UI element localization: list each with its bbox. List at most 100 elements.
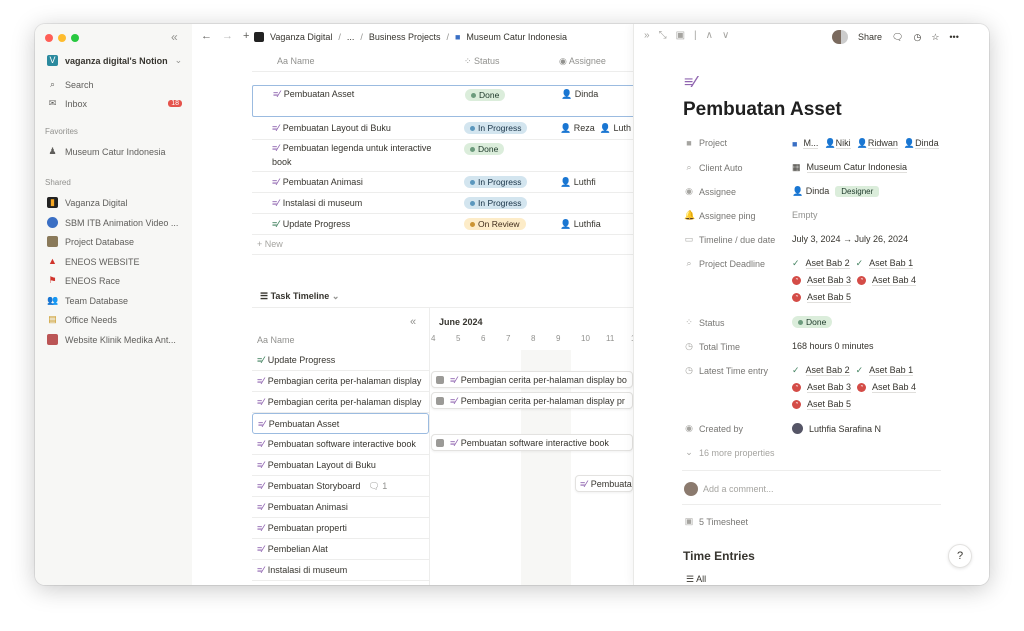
comment-input[interactable]: Add a comment... [684,482,774,496]
timeline-row[interactable]: ≡⁄ Pembuatan Asset [252,413,429,434]
breadcrumb-item[interactable]: Vaganza Digital [270,32,332,42]
sidebar-item[interactable]: ⚑ ENEOS Race [47,275,120,286]
task-icon: ≡⁄ [684,74,697,91]
column-name[interactable]: Aa Name [277,56,315,66]
comment-count[interactable]: 🗨 1 [368,481,387,492]
maximize-window-button[interactable] [71,34,79,42]
breadcrumb-item[interactable]: Business Projects [369,32,441,42]
chevron-down-icon: ⌄ [331,291,340,301]
timeline-row[interactable]: ≡⁄ Update Progress [252,350,429,371]
collapse-sidebar-icon[interactable]: « [171,30,178,44]
timeline-row[interactable]: ≡⁄ Instalasi di museum [252,560,429,581]
minimize-window-button[interactable] [58,34,66,42]
favorites-heading: Favorites [45,127,78,136]
page-title[interactable]: Pembuatan Asset [683,99,842,121]
timeline-row[interactable]: ≡⁄ Pembuatan Layout di Buku [252,455,429,476]
back-icon[interactable]: ← [201,30,212,42]
sidebar-item[interactable]: Website Klinik Medika Ant... [47,334,176,345]
table-row[interactable]: ≡⁄ Pembuatan Asset Done 👤 Dinda [252,85,672,117]
avatar[interactable] [832,30,848,44]
deadline-item[interactable]: ◔ Aset Bab 3 ◔ Aset Bab 4 [792,275,917,286]
table-row[interactable]: ≡⁄ Instalasi di museum In Progress [252,193,672,214]
time-entry-item[interactable]: ✓ Aset Bab 2 ✓ Aset Bab 1 [792,365,914,376]
workspace-switcher[interactable]: Vvaganza digital's Notion ⌄ [47,55,182,66]
timeline-value[interactable]: July 3, 2024 → July 26, 2024 [792,234,908,244]
timeline-bar[interactable]: ≡⁄ Pembuatan software interactive book [431,434,633,451]
status-badge[interactable]: Done [792,316,833,328]
calendar-icon: ▭ [684,234,694,244]
more-icon[interactable]: ••• [949,32,958,42]
deadline-item[interactable]: ◔ Aset Bab 5 [792,292,852,303]
timeline-view-tab[interactable]: ☰ Task Timeline ⌄ [260,291,339,302]
sidebar-item[interactable]: SBM ITB Animation Video ... [47,217,178,228]
timeline-bar[interactable]: ≡⁄ Pembagian cerita per-halaman display b… [431,371,633,388]
row-label: Update Progress [267,355,336,365]
task-icon: ≡⁄ [257,355,264,365]
section-heading: Time Entries [683,549,755,563]
sidebar-item[interactable]: Project Database [47,236,134,247]
timesheet-link[interactable]: ▣ 5 Timesheet [684,516,748,527]
day-label: 10 [581,334,590,343]
deadline-item[interactable]: ✓ Aset Bab 2 ✓ Aset Bab 1 [792,258,914,269]
timeline-row[interactable]: ≡⁄ Pembuatan software interactive book [252,434,429,455]
day-label: 4 [431,334,436,343]
sidebar-item[interactable]: 👥 Team Database [47,295,128,306]
status-badge: In Progress [464,176,528,188]
table-row[interactable]: ≡⁄ Pembuatan Layout di Buku In Progress 👤… [252,117,672,140]
sidebar-inbox[interactable]: ✉ Inbox 18 [47,98,182,109]
timeline-row[interactable]: ≡⁄ Pembuatan Storyboard 🗨 1 [252,476,429,497]
divider [429,308,430,585]
help-button[interactable]: ? [948,544,972,568]
table-row[interactable]: ≡⁄ Pembuatan legenda untuk interactive bo… [252,140,672,172]
expand-icon[interactable]: ⤡ [659,30,667,41]
table-row[interactable]: ≡⁄ Update Progress On Review 👤 Luthfia [252,214,672,235]
next-icon[interactable]: ∨ [722,30,729,41]
project-value[interactable]: ■ M... 👤Niki 👤Ridwan 👤Dinda [792,138,939,149]
peek-mode-icon[interactable]: ▣ [676,30,685,41]
team-icon: 👥 [47,295,59,305]
timeline-row[interactable]: ≡⁄ Pembuatan Animasi [252,497,429,518]
sidebar-item[interactable]: ▤ Office Needs [47,314,117,325]
column-assignee[interactable]: ◉ Assignee [559,56,606,67]
row-label: Instalasi di museum [267,565,348,575]
task-icon: ≡⁄ [257,544,264,554]
share-button[interactable]: Share [858,32,882,42]
star-icon[interactable]: ☆ [931,32,939,43]
time-entry-item[interactable]: ◔ Aset Bab 5 [792,399,852,410]
time-entry-item[interactable]: ◔ Aset Bab 3 ◔ Aset Bab 4 [792,382,917,393]
task-icon: ≡⁄ [272,177,279,187]
timeline-bar[interactable]: ≡⁄ Pembagian cerita per-halaman display p… [431,392,633,409]
client-value[interactable]: ▦ Museum Catur Indonesia [792,162,908,173]
table-row[interactable]: ≡⁄ Pembuatan Animasi In Progress 👤 Luthfi [252,172,672,193]
ping-value[interactable]: Empty [792,210,818,220]
breadcrumb-item[interactable]: Museum Catur Indonesia [466,32,567,42]
sidebar-item[interactable]: ▲ ENEOS WEBSITE [47,256,139,267]
sbm-logo-icon [47,217,58,228]
more-properties-button[interactable]: ⌄ 16 more properties [684,447,774,458]
sidebar-search[interactable]: ⌕ Search [47,79,94,90]
new-row-button[interactable]: + New [252,235,672,255]
breadcrumb-item[interactable]: ... [347,32,355,42]
new-page-icon[interactable]: + [243,30,249,42]
assignee-value[interactable]: 👤 Dinda Designer [792,186,880,197]
forward-icon[interactable]: → [222,30,233,42]
sidebar-item[interactable]: ▮ Vaganza Digital [47,197,127,208]
comment-icon[interactable]: 🗨 [892,32,903,43]
timeline-row[interactable]: ≡⁄ Pembelian Alat [252,539,429,560]
timeline-row[interactable]: ≡⁄ Pembagian cerita per-halaman display [252,392,429,413]
prev-icon[interactable]: ∧ [706,30,713,41]
column-status[interactable]: ⁘ Status [464,56,500,67]
timesheet-icon: ▣ [684,516,694,526]
timeline-row[interactable]: ≡⁄ Pembagian cerita per-halaman display [252,371,429,392]
row-label: Pembuatan Layout di Buku [267,460,376,470]
timeline-row[interactable]: ≡⁄ Pembuatan properti [252,518,429,539]
close-peek-icon[interactable]: » [644,30,650,41]
sidebar-item-museum[interactable]: ♟ Museum Catur Indonesia [47,146,165,157]
close-window-button[interactable] [45,34,53,42]
collapse-icon[interactable]: « [410,316,416,328]
status-badge: In Progress [464,122,528,134]
timeline-bar[interactable]: ≡⁄ Pembuata [575,475,633,492]
view-tab-all[interactable]: ☰ All [686,574,706,585]
shared-heading: Shared [45,178,71,187]
history-icon[interactable]: ◷ [913,32,921,43]
